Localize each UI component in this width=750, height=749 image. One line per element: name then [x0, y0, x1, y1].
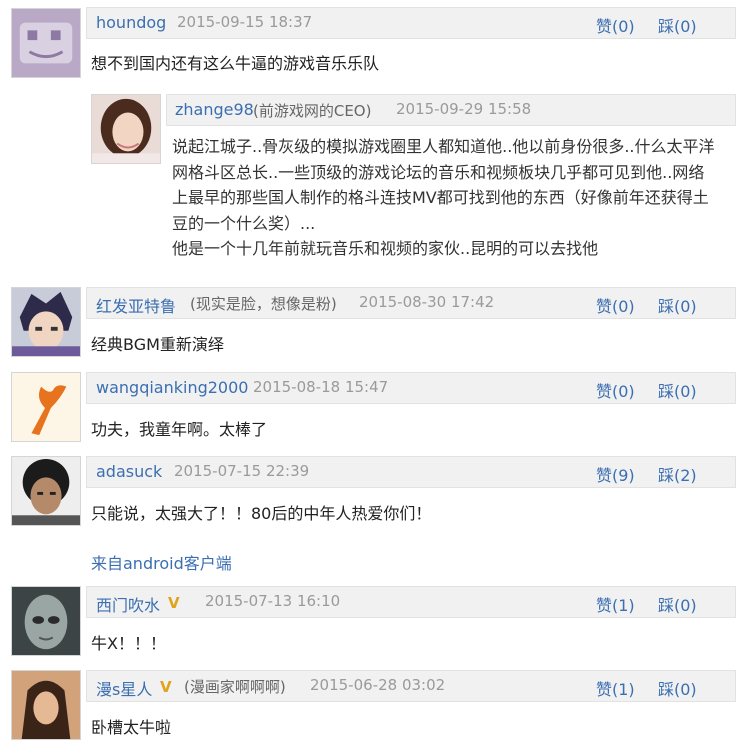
avatar[interactable] [11, 586, 81, 656]
reply-time: 2015-09-29 15:58 [396, 100, 532, 118]
lobster-claw-avatar-icon [12, 373, 80, 441]
avatar[interactable] [11, 670, 81, 740]
comment-text: 经典BGM重新演绎 [91, 335, 224, 354]
woman-photo-avatar-icon [92, 95, 160, 163]
comment-header [86, 586, 736, 618]
comment-time: 2015-08-18 15:47 [253, 378, 389, 396]
downvote-button[interactable]: 踩(0) [658, 293, 697, 317]
downvote-button[interactable]: 踩(0) [658, 378, 697, 402]
user-note: (现实是脸，想像是粉) [190, 295, 337, 313]
vip-badge-icon: V [168, 594, 180, 612]
client-source-link[interactable]: 来自android客户端 [91, 550, 232, 574]
houndog-avatar-icon [12, 9, 80, 77]
avatar[interactable] [11, 8, 81, 78]
reply-username[interactable]: zhange98 [175, 100, 254, 119]
avatar[interactable] [11, 456, 81, 526]
upvote-button[interactable]: 赞(0) [596, 293, 635, 317]
anime-boy-avatar-icon [12, 288, 80, 356]
user-note: (前游戏网的CEO) [253, 102, 372, 120]
upvote-button[interactable]: 赞(1) [596, 676, 635, 700]
upvote-button[interactable]: 赞(1) [596, 592, 635, 616]
comment-time: 2015-07-15 22:39 [174, 462, 310, 480]
upvote-button[interactable]: 赞(0) [596, 13, 635, 37]
upvote-button[interactable]: 赞(0) [596, 378, 635, 402]
comment-text: 功夫，我童年啊。太棒了 [91, 420, 268, 439]
reply-text: 说起江城子..骨灰级的模拟游戏圈里人都知道他..他以前身份很多..什么太平洋 网… [172, 134, 715, 262]
upvote-button[interactable]: 赞(9) [596, 462, 635, 486]
avatar[interactable] [91, 94, 161, 164]
username[interactable]: 漫s星人 [96, 676, 152, 700]
reply-line: 说起江城子..骨灰级的模拟游戏圈里人都知道他..他以前身份很多..什么太平洋 [172, 137, 715, 156]
user-note: (漫画家啊啊啊) [184, 678, 286, 696]
reply-line: 上最早的那些国人制作的格斗连技MV都可找到他的东西（好像前年还获得土 [172, 188, 709, 207]
comment-text: 想不到国内还有这么牛逼的游戏音乐乐队 [91, 54, 380, 73]
comment-text: 牛X！！！ [91, 634, 166, 653]
downvote-button[interactable]: 踩(0) [658, 592, 697, 616]
comment-text: 卧槽太牛啦 [91, 718, 172, 737]
username[interactable]: 红发亚特鲁 [96, 293, 176, 317]
username[interactable]: houndog [96, 13, 166, 32]
comment-time: 2015-07-13 16:10 [205, 592, 341, 610]
username[interactable]: 西门吹水 [96, 592, 160, 616]
comment-time: 2015-09-15 18:37 [177, 13, 313, 31]
reply-line: 豆的一个什么奖）... [172, 213, 316, 233]
girl-art-avatar-icon [12, 671, 80, 739]
avatar[interactable] [11, 372, 81, 442]
comment-time: 2015-08-30 17:42 [359, 293, 495, 311]
downvote-button[interactable]: 踩(0) [658, 676, 697, 700]
alien-avatar-icon [12, 587, 80, 655]
curly-hair-man-avatar-icon [12, 457, 80, 525]
username[interactable]: wangqianking2000 [96, 378, 248, 397]
reply-line: 他是一个十几年前就玩音乐和视频的家伙..昆明的可以去找他 [172, 239, 599, 258]
downvote-button[interactable]: 踩(2) [658, 462, 697, 486]
avatar[interactable] [11, 287, 81, 357]
downvote-button[interactable]: 踩(0) [658, 13, 697, 37]
reply-line: 网格斗区总长..一些顶级的游戏论坛的音乐和视频板块几乎都可见到他..网络 [172, 162, 705, 182]
vip-badge-icon: V [160, 678, 172, 696]
comment-text: 只能说，太强大了！！80后的中年人热爱你们！ [91, 504, 432, 523]
username[interactable]: adasuck [96, 462, 162, 481]
comment-time: 2015-06-28 03:02 [310, 676, 446, 694]
